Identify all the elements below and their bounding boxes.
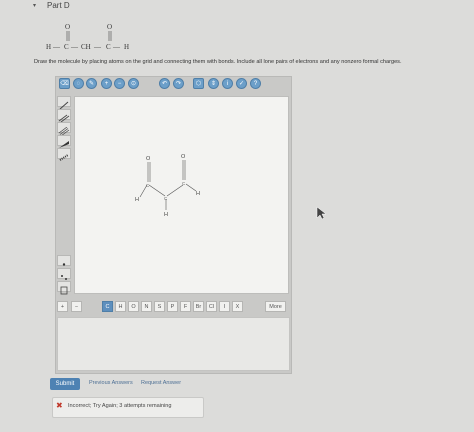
bracket-icon[interactable] <box>57 281 71 295</box>
submit-button[interactable]: Submit <box>50 378 80 390</box>
formula-dash: — <box>112 43 121 51</box>
formula-h-left: H <box>46 43 51 51</box>
arrows-icon[interactable]: ⇕ <box>208 78 219 89</box>
drawn-molecule: O O C C C H H H <box>135 154 200 218</box>
single-bond-icon[interactable] <box>57 96 71 110</box>
atom-button-c[interactable]: C <box>102 301 113 312</box>
condensed-formula: O O H — C — CH — C — H <box>46 23 129 51</box>
atom-button-f[interactable]: F <box>180 301 191 312</box>
previous-answers-link[interactable]: Previous Answers <box>89 380 133 386</box>
atom-button-p[interactable]: P <box>167 301 178 312</box>
wedge-bond-icon[interactable] <box>57 135 71 148</box>
more-atoms-button[interactable]: More <box>265 301 286 312</box>
editor-toolbar: ⌫ ◌ ✎ + − ⊙ ↶ ↷ ⬡ ⇕ i ✓ ? <box>55 78 290 94</box>
atom-button-br[interactable]: Br <box>193 301 204 312</box>
formula-dash: — <box>93 43 102 51</box>
electron-pair-icon[interactable] <box>57 268 71 280</box>
info-icon[interactable]: i <box>222 78 233 89</box>
zoom-in-icon[interactable]: + <box>101 78 112 89</box>
atom-button-n[interactable]: N <box>141 301 152 312</box>
request-answer-link[interactable]: Request Answer <box>141 380 181 386</box>
error-x-icon: ✖ <box>56 401 63 410</box>
hash-bond-icon[interactable] <box>57 148 71 161</box>
zoom-out-icon[interactable]: − <box>114 78 125 89</box>
instructions: Draw the molecule by placing atoms on th… <box>34 59 402 65</box>
mouse-cursor-icon <box>316 206 327 220</box>
template-icon[interactable]: ⬡ <box>193 78 204 89</box>
atom-o-right[interactable]: O <box>181 154 186 160</box>
atom-button-cl[interactable]: Cl <box>206 301 217 312</box>
lone-pair-icon[interactable] <box>57 255 71 266</box>
undo-icon[interactable]: ↶ <box>159 78 170 89</box>
atom-palette: + − C H O N S P F Br Cl I X More <box>57 301 288 315</box>
formula-c1: C <box>64 43 69 51</box>
lasso-icon[interactable]: ◌ <box>73 78 84 89</box>
atom-c-right[interactable]: C <box>182 181 186 186</box>
formula-dash: — <box>70 43 79 51</box>
atom-button-h[interactable]: H <box>115 301 126 312</box>
part-label: Part D <box>47 1 70 10</box>
triple-bond-icon[interactable] <box>57 122 71 137</box>
part-header[interactable]: Part D <box>34 1 70 10</box>
atom-o-left[interactable]: O <box>146 156 151 162</box>
atom-button-x[interactable]: X <box>232 301 243 312</box>
atom-button-i[interactable]: I <box>219 301 230 312</box>
redo-icon[interactable]: ↷ <box>173 78 184 89</box>
atom-c-mid[interactable]: C <box>164 196 168 201</box>
double-bond-icon[interactable] <box>57 109 71 123</box>
atom-h-left[interactable]: H <box>135 197 139 203</box>
charge-minus-button[interactable]: − <box>71 301 82 312</box>
atom-button-s[interactable]: S <box>154 301 165 312</box>
formula-dash: — <box>52 43 61 51</box>
formula-h-right: H <box>124 43 129 51</box>
zoom-fit-icon[interactable]: ⊙ <box>128 78 139 89</box>
formula-o1: O <box>65 23 70 31</box>
bond-toolbar <box>57 96 71 306</box>
charge-plus-button[interactable]: + <box>57 301 68 312</box>
pencil-icon[interactable]: ✎ <box>86 78 97 89</box>
help-icon[interactable]: ? <box>250 78 261 89</box>
formula-ch: CH <box>81 43 91 51</box>
atom-h-mid[interactable]: H <box>164 212 168 218</box>
feedback-text: Incorrect; Try Again; 3 attempts remaini… <box>68 403 172 409</box>
formula-c2: C <box>106 43 111 51</box>
formula-o2: O <box>107 23 112 31</box>
editor-lower-panel <box>57 317 290 371</box>
atom-h-right[interactable]: H <box>196 191 200 197</box>
eraser-icon[interactable]: ⌫ <box>59 78 70 89</box>
atom-button-o[interactable]: O <box>128 301 139 312</box>
check-icon[interactable]: ✓ <box>236 78 247 89</box>
